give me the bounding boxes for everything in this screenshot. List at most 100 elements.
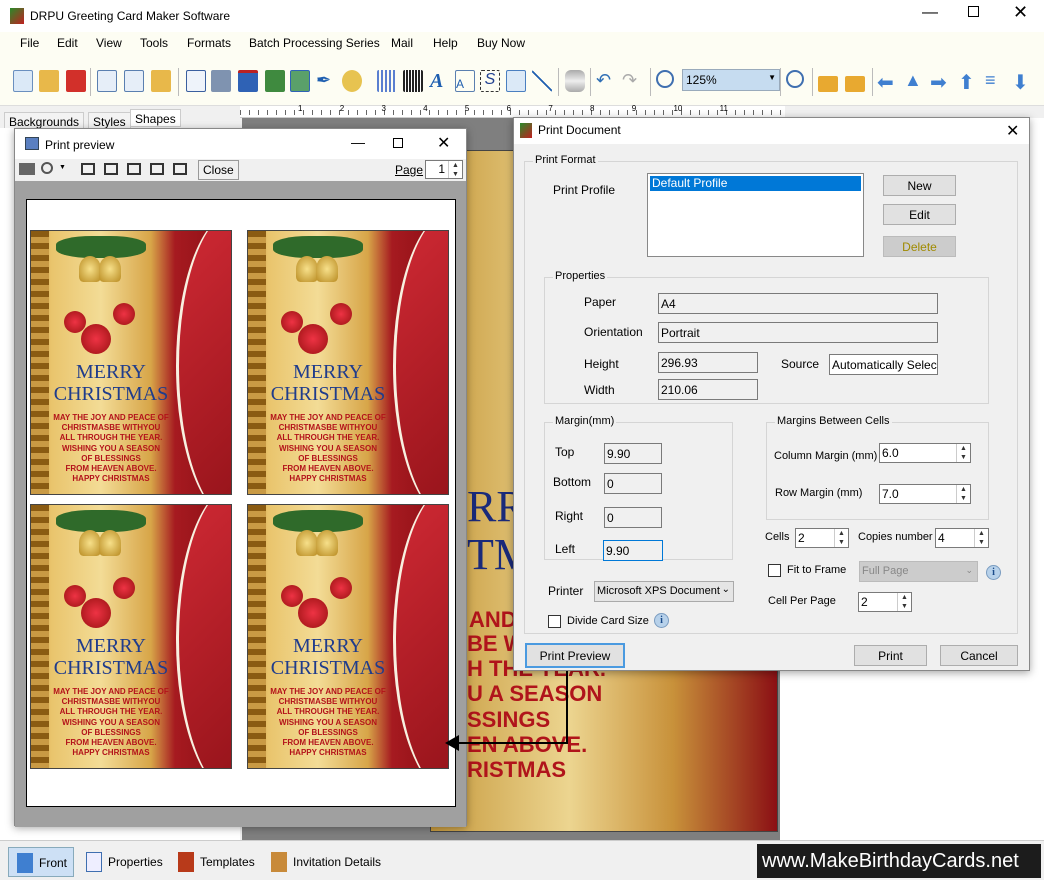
print-profile-list[interactable]: Default Profile xyxy=(647,173,864,257)
arrow-down-icon[interactable]: ⬇ xyxy=(1012,70,1032,94)
print-icon[interactable] xyxy=(211,70,231,92)
close-preview-button[interactable]: Close xyxy=(198,160,239,180)
one-page-icon[interactable] xyxy=(81,163,95,175)
minimize-button[interactable]: — xyxy=(922,4,938,22)
maximize-button[interactable] xyxy=(393,138,403,148)
tab-invitation-details[interactable]: Invitation Details xyxy=(263,847,387,877)
paper-field[interactable]: A4 xyxy=(658,293,938,314)
copies-spinner[interactable]: 4 ▲ ▼ xyxy=(935,528,989,548)
tab-templates[interactable]: Templates xyxy=(170,847,261,877)
text-icon[interactable]: A xyxy=(430,70,450,92)
two-pages-icon[interactable] xyxy=(104,163,118,175)
pen-icon[interactable]: ✒ xyxy=(316,70,336,92)
unlock-icon[interactable] xyxy=(845,76,865,92)
new-icon[interactable] xyxy=(13,70,33,92)
spinner-arrows[interactable]: ▲ ▼ xyxy=(448,161,462,178)
spinner-arrows[interactable]: ▲ ▼ xyxy=(956,444,970,462)
lock-icon[interactable] xyxy=(818,76,838,92)
cell-per-page-spinner[interactable]: 2 ▲ ▼ xyxy=(858,592,912,612)
six-pages-icon[interactable] xyxy=(173,163,187,175)
right-margin-field[interactable]: 0 xyxy=(604,507,662,528)
save-icon[interactable] xyxy=(97,70,117,92)
profile-item[interactable]: Default Profile xyxy=(650,176,861,191)
printer-select[interactable]: Microsoft XPS Document ⌄ xyxy=(594,581,734,602)
menu-buy-now[interactable]: Buy Now xyxy=(477,36,525,50)
new-profile-button[interactable]: New xyxy=(883,175,956,196)
line-icon[interactable] xyxy=(532,70,552,92)
menu-edit[interactable]: Edit xyxy=(57,36,78,50)
row-margin-spinner[interactable]: 7.0 ▲ ▼ xyxy=(879,484,971,504)
tab-front[interactable]: Front xyxy=(8,847,75,877)
spinner-arrows[interactable]: ▲ ▼ xyxy=(956,485,970,503)
close-icon[interactable]: ✕ xyxy=(1006,121,1019,141)
menu-file[interactable]: File xyxy=(20,36,39,50)
zoom-select[interactable]: 125% ▼ xyxy=(682,69,780,91)
arrow-left-icon[interactable]: ⬅ xyxy=(877,70,897,94)
menu-formats[interactable]: Formats xyxy=(187,36,231,50)
tab-shapes[interactable]: Shapes xyxy=(130,109,181,127)
signature-icon[interactable]: S xyxy=(480,70,500,92)
card-message-line: WISHING YOU A SEASON xyxy=(279,443,377,453)
flip-icon[interactable]: ▲ xyxy=(904,70,924,92)
zoom-in-icon[interactable] xyxy=(656,70,674,88)
zoom-out-icon[interactable] xyxy=(786,70,804,88)
database-icon[interactable] xyxy=(565,70,585,92)
redo-icon[interactable]: ↷ xyxy=(622,70,642,92)
arrow-right-icon[interactable]: ➡ xyxy=(930,70,950,94)
arrow-up-icon[interactable]: ⬆ xyxy=(958,70,978,94)
spinner-arrows[interactable]: ▲ ▼ xyxy=(834,529,848,547)
close-button[interactable]: ✕ xyxy=(1013,2,1028,23)
source-field[interactable]: Automatically Select xyxy=(829,354,938,375)
minimize-button[interactable]: — xyxy=(351,134,365,150)
align-icon[interactable]: ≡ xyxy=(985,70,1005,92)
four-pages-icon[interactable] xyxy=(150,163,164,175)
top-margin-field[interactable]: 9.90 xyxy=(604,443,662,464)
zoom-icon[interactable] xyxy=(41,162,53,174)
info-icon[interactable]: i xyxy=(986,565,1001,580)
export-icon[interactable] xyxy=(151,70,171,92)
info-icon[interactable]: i xyxy=(654,613,669,628)
chevron-down-icon[interactable]: ▼ xyxy=(59,164,66,171)
left-margin-field[interactable]: 9.90 xyxy=(603,540,663,561)
width-field[interactable]: 210.06 xyxy=(658,379,758,400)
menu-view[interactable]: View xyxy=(96,36,122,50)
bottom-margin-field[interactable]: 0 xyxy=(604,473,662,494)
edit-profile-button[interactable]: Edit xyxy=(883,204,956,225)
cancel-button[interactable]: Cancel xyxy=(940,645,1018,666)
orientation-field[interactable]: Portrait xyxy=(658,322,938,343)
close-icon[interactable]: ✕ xyxy=(437,133,450,153)
menu-batch-processing[interactable]: Batch Processing Series xyxy=(249,36,380,50)
height-field[interactable]: 296.93 xyxy=(658,352,758,373)
cells-spinner[interactable]: 2 ▲ ▼ xyxy=(795,528,849,548)
mail-icon[interactable] xyxy=(506,70,526,92)
menu-help[interactable]: Help xyxy=(433,36,458,50)
spinner-arrows[interactable]: ▲ ▼ xyxy=(974,529,988,547)
menu-tools[interactable]: Tools xyxy=(140,36,168,50)
maximize-button[interactable] xyxy=(968,6,979,17)
save-as-icon[interactable] xyxy=(124,70,144,92)
undo-icon[interactable]: ↶ xyxy=(596,70,616,92)
page-setup-icon[interactable] xyxy=(186,70,206,92)
insert-image-icon[interactable] xyxy=(290,70,310,92)
three-pages-icon[interactable] xyxy=(127,163,141,175)
layers-icon[interactable] xyxy=(238,70,258,92)
open-icon[interactable] xyxy=(39,70,59,92)
image-edit-icon[interactable] xyxy=(265,70,285,92)
print-preview-button[interactable]: Print Preview xyxy=(525,643,625,668)
divide-card-checkbox[interactable] xyxy=(548,615,561,628)
menu-mail[interactable]: Mail xyxy=(391,36,413,50)
delete-profile-button[interactable]: Delete xyxy=(883,236,956,257)
column-margin-spinner[interactable]: 6.0 ▲ ▼ xyxy=(879,443,971,463)
barcode-icon[interactable] xyxy=(403,70,423,92)
watermark-icon[interactable] xyxy=(377,70,397,92)
print-icon[interactable] xyxy=(19,163,35,175)
shapes-icon[interactable] xyxy=(342,70,362,92)
print-button[interactable]: Print xyxy=(854,645,927,666)
spinner-arrows[interactable]: ▲ ▼ xyxy=(897,593,911,611)
fit-option-select[interactable]: Full Page ⌄ xyxy=(859,561,978,582)
text-box-icon[interactable]: A xyxy=(455,70,475,92)
page-spinner[interactable]: 1 ▲ ▼ xyxy=(425,160,463,179)
fit-to-frame-checkbox[interactable] xyxy=(768,564,781,577)
close-file-icon[interactable] xyxy=(66,70,86,92)
tab-properties[interactable]: Properties xyxy=(78,847,169,877)
